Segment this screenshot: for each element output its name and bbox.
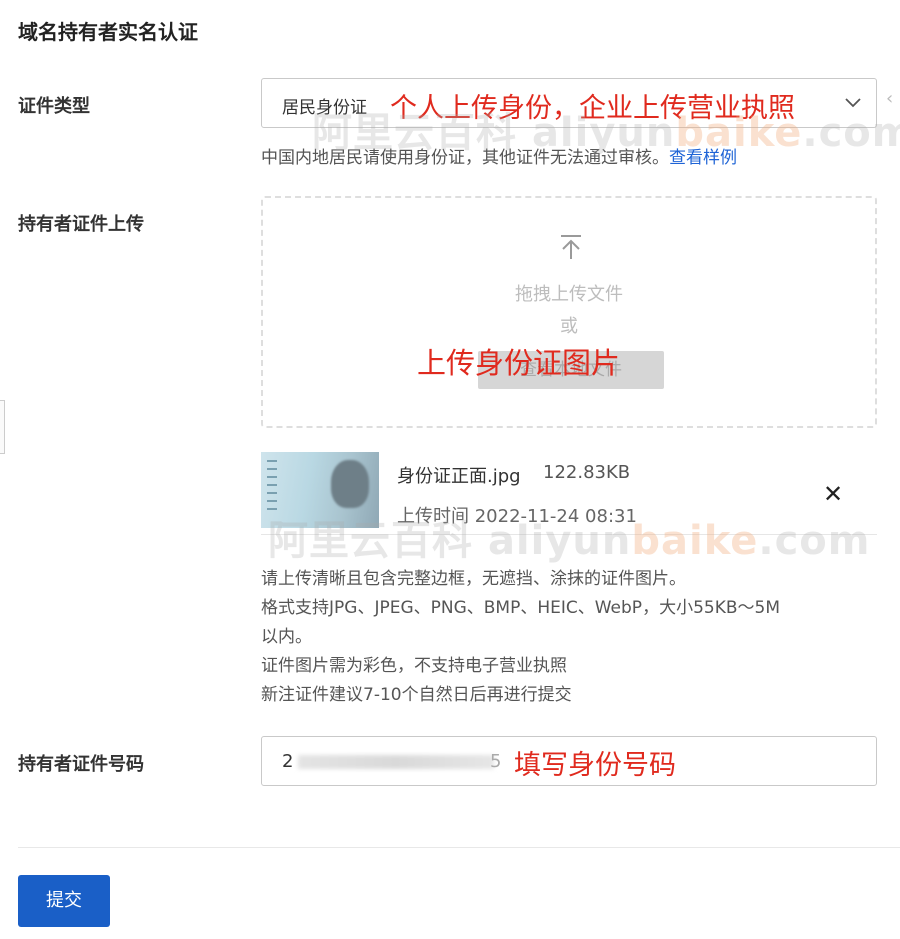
id-number-annotation: 填写身份号码 bbox=[514, 750, 676, 781]
upload-dropzone[interactable]: 拖拽上传文件 或 查看本地文件 上传身份证图片 bbox=[261, 196, 877, 428]
upload-icon bbox=[559, 234, 583, 264]
note-line: 以内。 bbox=[261, 627, 312, 647]
divider bbox=[18, 847, 900, 848]
or-text: 或 bbox=[560, 316, 578, 337]
upload-notes: 请上传清晰且包含完整边框，无遮挡、涂抹的证件图片。 格式支持JPG、JPEG、P… bbox=[261, 565, 780, 710]
note-line: 请上传清晰且包含完整边框，无遮挡、涂抹的证件图片。 bbox=[261, 569, 686, 589]
file-name: 身份证正面.jpg bbox=[397, 466, 521, 487]
page-title: 域名持有者实名认证 bbox=[18, 20, 198, 44]
file-size: 122.83KB bbox=[543, 462, 631, 483]
id-number-label: 持有者证件号码 bbox=[18, 754, 144, 775]
note-line: 格式支持JPG、JPEG、PNG、BMP、HEIC、WebP，大小55KB～5M bbox=[261, 598, 780, 618]
id-number-field[interactable]: 2 5 填写身份号码 bbox=[261, 736, 877, 786]
watermark: 阿里云百科 aliyunbaike.com bbox=[312, 110, 900, 156]
drag-upload-text: 拖拽上传文件 bbox=[515, 284, 623, 305]
upload-label: 持有者证件上传 bbox=[18, 214, 144, 235]
watermark: 阿里云百科 aliyunbaike.com bbox=[268, 518, 871, 564]
note-line: 证件图片需为彩色，不支持电子营业执照 bbox=[261, 656, 567, 676]
submit-button[interactable]: 提交 bbox=[18, 875, 110, 927]
note-line: 新注证件建议7-10个自然日后再进行提交 bbox=[261, 685, 572, 705]
close-icon[interactable]: ✕ bbox=[823, 482, 843, 506]
id-number-redacted bbox=[298, 755, 494, 769]
cert-type-label: 证件类型 bbox=[18, 96, 90, 117]
id-number-prefix: 2 bbox=[282, 751, 294, 772]
upload-annotation: 上传身份证图片 bbox=[417, 346, 621, 380]
side-panel-edge bbox=[0, 400, 5, 454]
id-number-suffix: 5 bbox=[490, 751, 502, 772]
